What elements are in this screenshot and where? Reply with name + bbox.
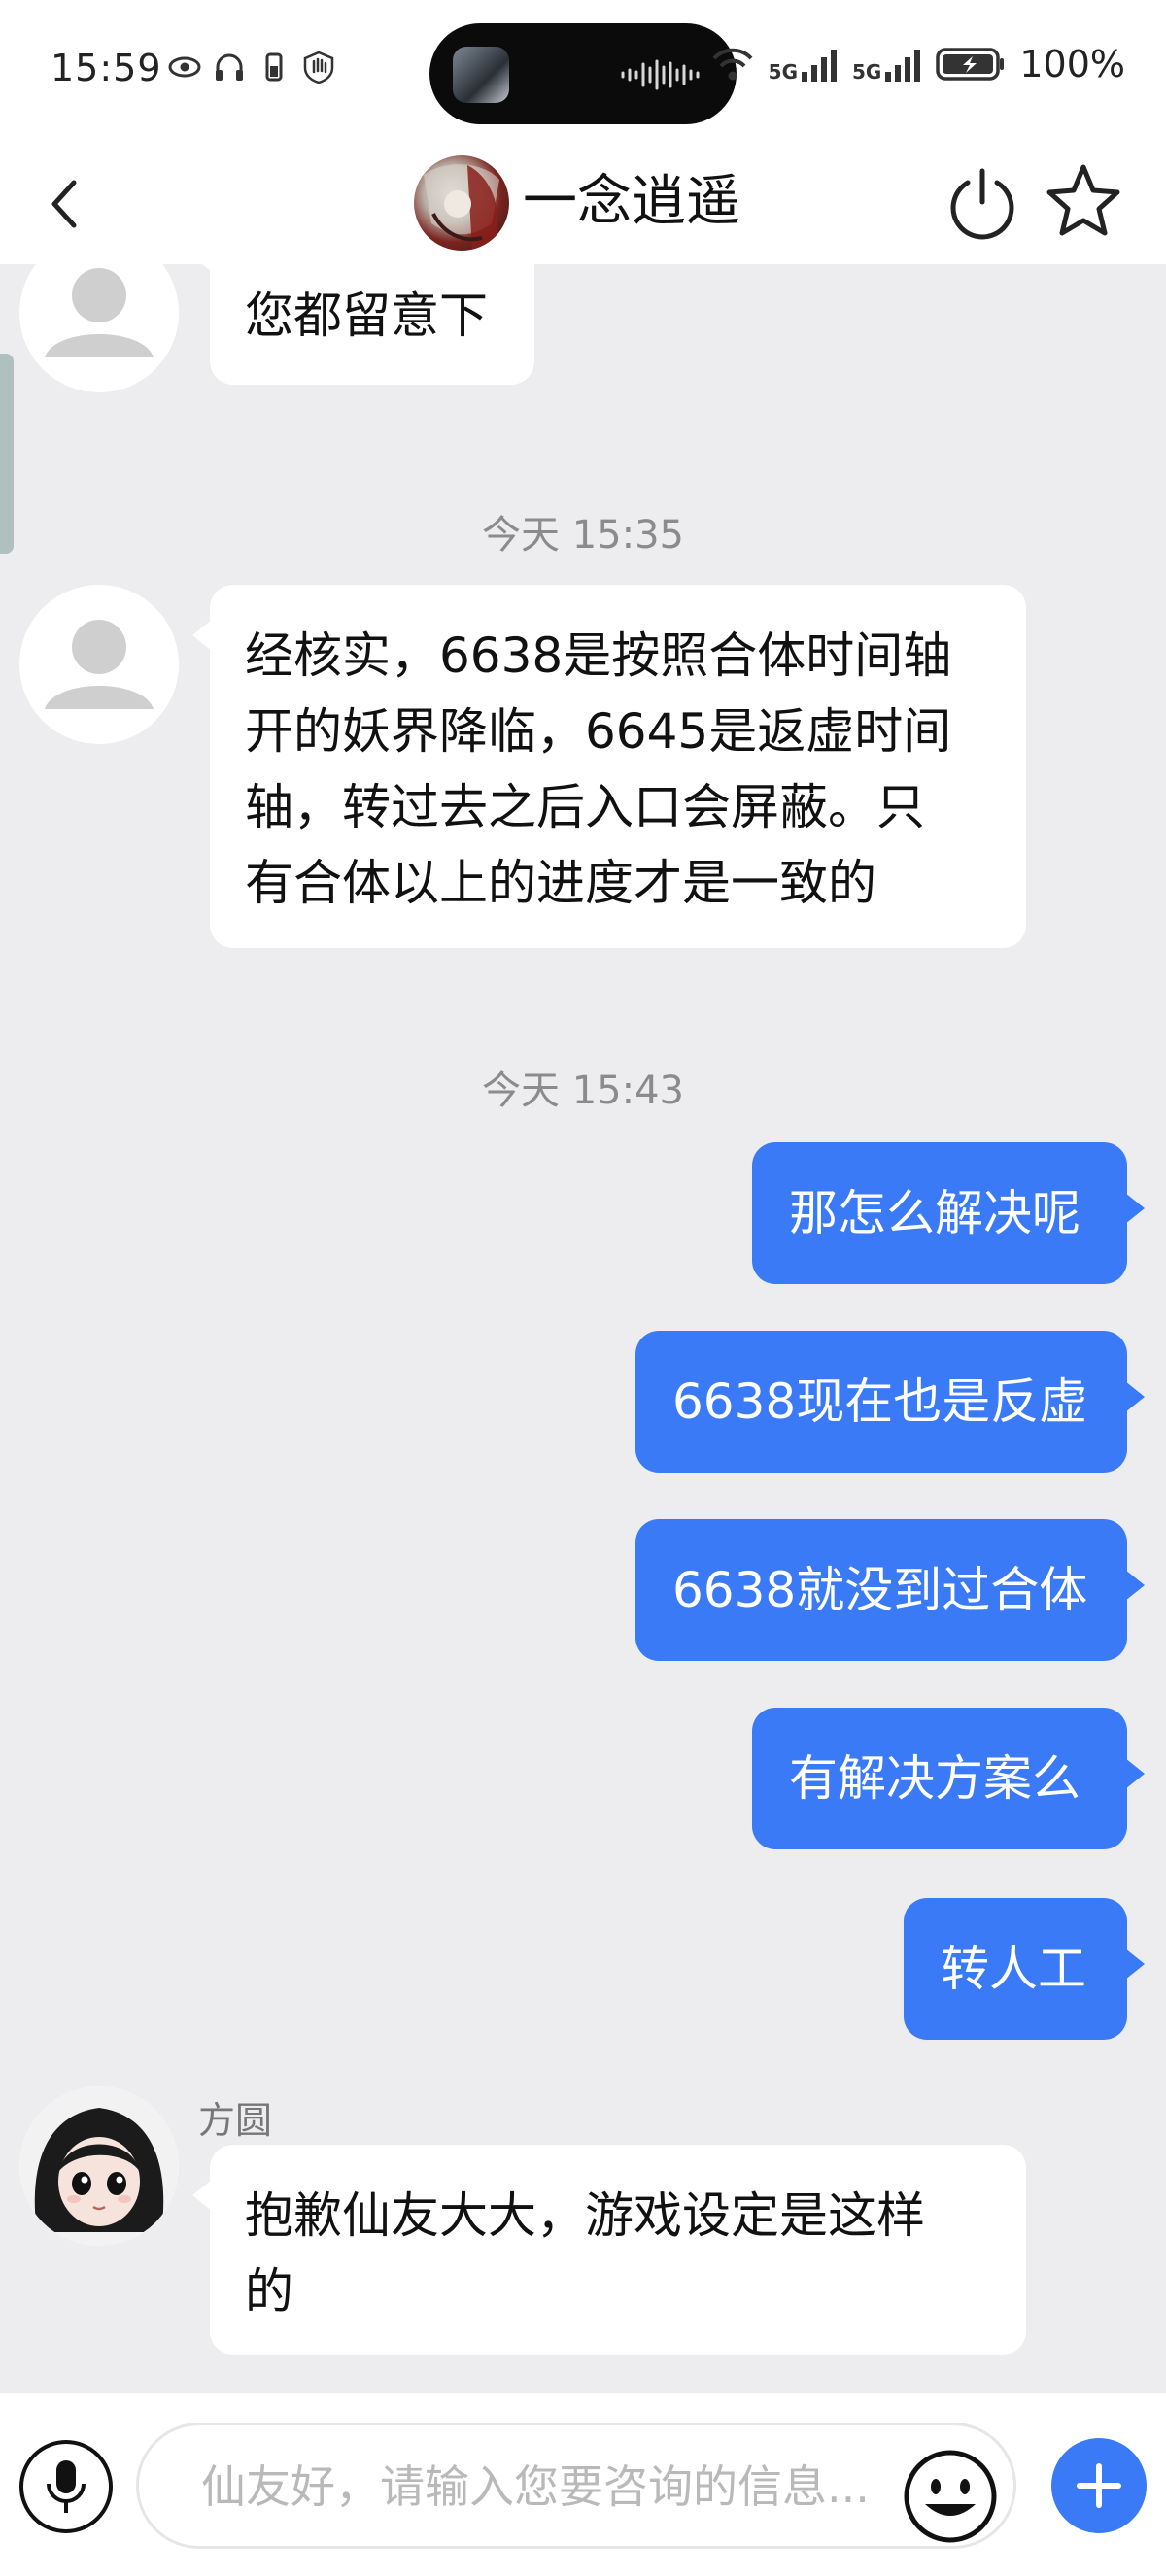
agent-avatar-fangyuan[interactable] <box>19 2086 179 2246</box>
favorite-button[interactable] <box>1044 161 1123 241</box>
message-bubble-outgoing[interactable]: 有解决方案么 <box>752 1708 1145 1849</box>
audio-wave-icon <box>621 59 700 90</box>
plus-icon <box>1077 2463 1121 2508</box>
star-icon <box>1046 164 1120 236</box>
hand-icon <box>303 51 334 84</box>
agent-avatar[interactable] <box>19 264 179 392</box>
message-bubble-incoming[interactable]: 经核实，6638是按照合体时间轴 开的妖界降临，6645是返虚时间 轴，转过去之… <box>192 585 1026 948</box>
input-bar <box>0 2393 1166 2576</box>
message-text: 6638就没到过合体 <box>672 1562 1088 1618</box>
message-bubble-outgoing[interactable]: 转人工 <box>904 1898 1145 2040</box>
chat-header: 一念逍遥 <box>0 146 1166 264</box>
status-left-icons <box>167 51 336 84</box>
sender-name: 方圆 <box>198 2099 273 2142</box>
message-text: 经核实，6638是按照合体时间轴 开的妖界降临，6645是返虚时间 轴，转过去之… <box>245 627 952 911</box>
message-text: 有解决方案么 <box>789 1750 1080 1807</box>
back-button[interactable] <box>39 165 87 243</box>
status-bar: 15:59 5G 5G 100% <box>0 0 1166 146</box>
message-text: 抱歉仙友大大，游戏设定是这样 的 <box>245 2187 925 2320</box>
battery-percent: 100% <box>1019 43 1125 85</box>
voice-input-button[interactable] <box>19 2440 113 2533</box>
signal-group-1: 5G <box>769 47 839 82</box>
message-bubble-incoming[interactable]: 抱歉仙友大大，游戏设定是这样 的 <box>192 2145 1026 2355</box>
message-bubble-outgoing[interactable]: 6638现在也是反虚 <box>635 1331 1145 1473</box>
emoji-button[interactable] <box>900 2446 1001 2547</box>
microphone-icon <box>47 2460 86 2513</box>
more-options-button[interactable] <box>1051 2438 1147 2533</box>
message-input-container[interactable] <box>136 2423 1016 2549</box>
emoji-icon <box>904 2450 997 2543</box>
signal-icon <box>802 50 838 82</box>
status-time: 15:59 <box>51 47 162 89</box>
message-text: 转人工 <box>941 1941 1086 1997</box>
message-input[interactable] <box>199 2425 883 2548</box>
message-text: 您都留意下 <box>245 288 488 344</box>
eye-icon <box>168 56 201 78</box>
network-type-2: 5G <box>852 60 882 84</box>
battery-saver-icon <box>265 52 283 82</box>
power-icon <box>950 168 1014 240</box>
battery-icon <box>936 48 1005 81</box>
end-session-button[interactable] <box>943 163 1022 243</box>
message-timestamp: 今天 15:35 <box>482 513 684 558</box>
message-bubble-outgoing[interactable]: 6638就没到过合体 <box>635 1519 1145 1661</box>
signal-group-2: 5G <box>852 47 922 82</box>
signal-icon <box>885 50 921 82</box>
message-bubble-outgoing[interactable]: 那怎么解决呢 <box>752 1142 1145 1284</box>
dynamic-island[interactable] <box>429 23 737 124</box>
agent-avatar[interactable] <box>19 585 179 744</box>
network-type-1: 5G <box>768 60 799 84</box>
back-icon <box>51 180 77 228</box>
message-text: 6638现在也是反虚 <box>672 1373 1088 1430</box>
message-timestamp: 今天 15:43 <box>482 1068 684 1113</box>
message-bubble-incoming[interactable]: 您都留意下 <box>192 264 534 385</box>
contact-title: 一念逍遥 <box>523 170 740 233</box>
media-thumbnail <box>453 47 509 103</box>
chat-message-list[interactable]: 您都留意下 今天 15:35 经核实，6638是按照合体时间轴 开的妖界降临，6… <box>0 264 1166 2393</box>
wifi-icon <box>712 48 753 81</box>
message-text: 那怎么解决呢 <box>789 1185 1080 1241</box>
headphones-icon <box>216 53 243 81</box>
status-right-icons: 5G 5G 100% <box>710 43 1125 85</box>
contact-avatar[interactable] <box>414 155 509 251</box>
